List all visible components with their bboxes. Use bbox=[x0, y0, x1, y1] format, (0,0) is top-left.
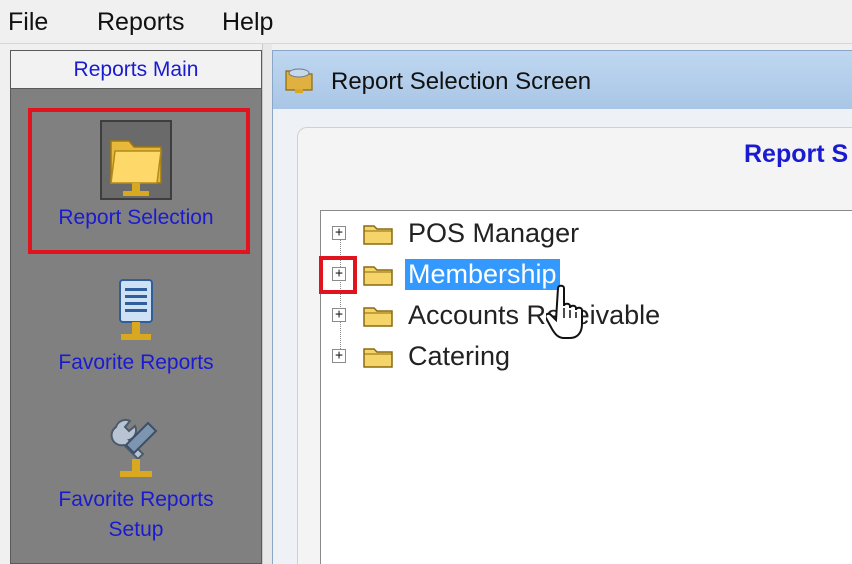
wrench-icon bbox=[110, 418, 158, 477]
menu-bar: File Reports Help bbox=[0, 0, 852, 44]
folder-icon bbox=[363, 266, 393, 286]
nav-item-favorite-reports-setup[interactable]: Favorite Reports Setup bbox=[11, 413, 261, 545]
menu-help[interactable]: Help bbox=[222, 8, 273, 37]
tree-item-label[interactable]: Membership bbox=[405, 259, 560, 290]
tree-item-label[interactable]: Accounts Receivable bbox=[405, 300, 663, 331]
report-tree[interactable]: + POS Manager + Membership + Accounts Re… bbox=[320, 210, 852, 564]
window-title: Report Selection Screen bbox=[331, 68, 592, 95]
tree-item-pos-manager[interactable]: + POS Manager bbox=[321, 213, 852, 253]
tree-item-label[interactable]: POS Manager bbox=[405, 218, 582, 249]
menu-reports[interactable]: Reports bbox=[97, 8, 185, 37]
tree-item-label[interactable]: Catering bbox=[405, 341, 513, 372]
nav-item-favorite-reports[interactable]: Favorite Reports bbox=[11, 276, 261, 378]
folder-icon bbox=[363, 225, 393, 245]
pane-splitter[interactable] bbox=[262, 44, 272, 564]
report-panel: Report S + POS Manager + Membership + Ac… bbox=[297, 127, 852, 564]
nav-header[interactable]: Reports Main bbox=[11, 51, 261, 89]
menu-file[interactable]: File bbox=[8, 8, 48, 37]
nav-item-label: Favorite Reports bbox=[58, 488, 214, 511]
hand-cursor-icon bbox=[546, 284, 583, 339]
nav-item-label: Setup bbox=[108, 518, 164, 541]
folder-icon bbox=[363, 348, 393, 368]
highlight-membership-expander bbox=[319, 256, 357, 294]
document-icon bbox=[119, 279, 153, 340]
folder-icon bbox=[363, 307, 393, 327]
highlight-report-selection bbox=[28, 108, 250, 254]
window-icon bbox=[285, 68, 313, 93]
expand-icon[interactable]: + bbox=[332, 308, 346, 322]
window-titlebar: Report Selection Screen bbox=[273, 51, 852, 109]
report-heading: Report S bbox=[744, 140, 849, 168]
expand-icon[interactable]: + bbox=[332, 226, 346, 240]
expand-icon[interactable]: + bbox=[332, 349, 346, 363]
nav-item-label: Favorite Reports bbox=[58, 351, 214, 374]
